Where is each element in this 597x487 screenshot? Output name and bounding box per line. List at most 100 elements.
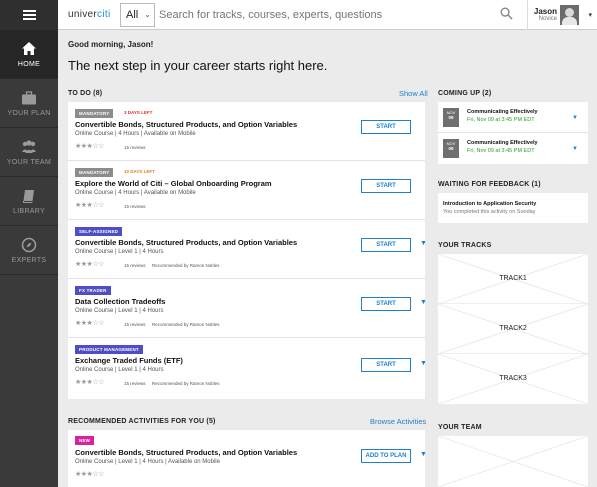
star-rating: ★★★☆☆ xyxy=(75,261,104,268)
category-badge: SELF-ASSIGNED xyxy=(75,227,123,236)
item-meta: Online Course | 4 Hours | Available on M… xyxy=(75,190,196,196)
chevron-down-icon[interactable]: ▼ xyxy=(572,146,578,152)
compass-icon xyxy=(21,237,37,252)
event-date: Fri, Nov 09 at 3:45 PM EDT xyxy=(467,117,535,123)
logo[interactable]: univerciti xyxy=(68,9,110,20)
recommended-by: Recommended by Ramon Nobles xyxy=(152,263,220,268)
item-title[interactable]: Explore the World of Citi – Global Onboa… xyxy=(75,179,272,188)
star-rating: ★★★☆☆ xyxy=(75,471,104,478)
item-title[interactable]: Convertible Bonds, Structured Products, … xyxy=(75,238,297,247)
start-button[interactable]: START xyxy=(361,297,411,311)
start-button[interactable]: START xyxy=(361,179,411,193)
sidebar-item-library[interactable]: LIBRARY xyxy=(0,177,58,226)
list-item[interactable]: FX TRADER Data Collection Tradeoffs Onli… xyxy=(68,279,427,338)
track-card[interactable]: TRACK2 xyxy=(438,304,588,354)
feedback-item[interactable]: Introduction to Application Security You… xyxy=(438,193,588,223)
user-menu[interactable]: Jason Novice ▾ xyxy=(527,0,597,30)
recommended-by: Recommended by Ramon Nobles xyxy=(152,381,220,386)
team-icon xyxy=(22,139,36,153)
feedback-item-title[interactable]: Introduction to Application Security xyxy=(443,201,536,207)
event-title[interactable]: Communicating Effectively xyxy=(467,140,538,146)
event-title[interactable]: Communicating Effectively xyxy=(467,109,538,115)
chevron-down-icon[interactable]: ▼ xyxy=(420,299,427,306)
menu-button[interactable] xyxy=(0,0,58,30)
mandatory-badge: MANDATORY xyxy=(75,168,114,177)
team-panel xyxy=(438,436,588,487)
list-item[interactable]: NEW Convertible Bonds, Structured Produc… xyxy=(68,430,427,487)
calendar-icon: NOV 09 xyxy=(443,108,459,127)
list-item[interactable]: MANDATORY 10 DAYS LEFT Explore the World… xyxy=(68,161,425,220)
todo-list: MANDATORY 3 DAYS LEFT Convertible Bonds,… xyxy=(68,102,427,399)
category-badge: PRODUCT MANAGEMENT xyxy=(75,345,143,354)
sidebar-item-label: HOME xyxy=(17,60,41,68)
top-bar: univerciti All ⌄ Jason Novice ▾ xyxy=(0,0,597,30)
sidebar-item-label: YOUR PLAN xyxy=(7,109,51,117)
start-button[interactable]: START xyxy=(361,120,411,134)
review-count: 15 reviews xyxy=(124,322,146,327)
todo-section-title: TO DO (8) xyxy=(68,90,103,97)
list-item[interactable]: PRODUCT MANAGEMENT Exchange Traded Funds… xyxy=(68,338,427,399)
event-date: Fri, Nov 09 at 3:45 PM EDT xyxy=(467,148,535,154)
item-title[interactable]: Data Collection Tradeoffs xyxy=(75,297,165,306)
review-count: 15 reviews xyxy=(124,263,146,268)
main-content: Good morning, Jason! The next step in yo… xyxy=(58,30,597,487)
item-title[interactable]: Exchange Traded Funds (ETF) xyxy=(75,356,183,365)
track-card[interactable]: TRACK3 xyxy=(438,354,588,404)
category-badge: FX TRADER xyxy=(75,286,111,295)
item-meta: Online Course | Level 1 | 4 Hours xyxy=(75,367,164,373)
recommended-by: Recommended by Ramon Nobles xyxy=(152,322,220,327)
sidebar-item-your-plan[interactable]: YOUR PLAN xyxy=(0,79,58,128)
briefcase-icon xyxy=(22,90,36,104)
calendar-icon: NOV 09 xyxy=(443,139,459,158)
track-card[interactable]: TRACK1 xyxy=(438,254,588,304)
placeholder-image xyxy=(438,436,588,487)
start-button[interactable]: START xyxy=(361,238,411,252)
search-icon[interactable] xyxy=(500,7,513,20)
chevron-down-icon[interactable]: ▼ xyxy=(420,360,427,367)
home-icon xyxy=(22,41,36,55)
event-item[interactable]: NOV 09 Communicating Effectively Fri, No… xyxy=(438,133,588,164)
due-label: 10 DAYS LEFT xyxy=(124,169,155,174)
item-meta: Online Course | Level 1 | 4 Hours xyxy=(75,249,164,255)
coming-up-title: COMING UP (2) xyxy=(438,90,492,97)
event-item[interactable]: NOV 09 Communicating Effectively Fri, No… xyxy=(438,102,588,133)
search-input[interactable] xyxy=(155,3,499,27)
review-count: 15 reviews xyxy=(124,145,146,150)
chevron-down-icon: ⌄ xyxy=(144,10,151,19)
page-title: The next step in your career starts righ… xyxy=(68,58,328,73)
sidebar-item-experts[interactable]: EXPERTS xyxy=(0,226,58,275)
browse-activities-link[interactable]: Browse Activities xyxy=(370,417,426,426)
greeting: Good morning, Jason! xyxy=(68,40,154,49)
filter-select[interactable]: All ⌄ xyxy=(120,3,155,27)
sidebar-item-label: YOUR TEAM xyxy=(6,158,52,166)
sidebar-item-home[interactable]: HOME xyxy=(0,30,58,79)
list-item[interactable]: SELF-ASSIGNED Convertible Bonds, Structu… xyxy=(68,220,427,279)
star-rating: ★★★☆☆ xyxy=(75,320,104,327)
start-button[interactable]: START xyxy=(361,358,411,372)
coming-up-list: NOV 09 Communicating Effectively Fri, No… xyxy=(438,102,588,164)
user-role: Novice xyxy=(538,16,557,22)
book-icon xyxy=(23,189,34,203)
chevron-down-icon[interactable]: ▼ xyxy=(420,451,427,458)
recommended-list: NEW Convertible Bonds, Structured Produc… xyxy=(68,430,427,487)
sidebar-item-your-team[interactable]: YOUR TEAM xyxy=(0,128,58,177)
mandatory-badge: MANDATORY xyxy=(75,109,114,118)
feedback-item-subtitle: You completed this activity on Sunday xyxy=(443,209,536,215)
filter-value: All xyxy=(126,9,139,21)
star-rating: ★★★☆☆ xyxy=(75,379,104,386)
feedback-title: WAITING FOR FEEDBACK (1) xyxy=(438,181,541,188)
show-all-link[interactable]: Show All xyxy=(399,89,428,98)
item-title[interactable]: Convertible Bonds, Structured Products, … xyxy=(75,448,297,457)
avatar xyxy=(560,5,579,25)
star-rating: ★★★☆☆ xyxy=(75,202,104,209)
list-item[interactable]: MANDATORY 3 DAYS LEFT Convertible Bonds,… xyxy=(68,102,425,161)
new-badge: NEW xyxy=(75,436,95,445)
item-meta: Online Course | Level 1 | 4 Hours | Avai… xyxy=(75,459,220,465)
add-to-plan-button[interactable]: ADD TO PLAN xyxy=(361,449,411,463)
tracks-list: TRACK1 TRACK2 TRACK3 xyxy=(438,254,588,404)
chevron-down-icon[interactable]: ▼ xyxy=(420,240,427,247)
item-title[interactable]: Convertible Bonds, Structured Products, … xyxy=(75,120,297,129)
chevron-down-icon[interactable]: ▼ xyxy=(572,115,578,121)
sidebar: HOME YOUR PLAN YOUR TEAM LIBRARY EXPERTS xyxy=(0,30,58,487)
tracks-title: YOUR TRACKS xyxy=(438,242,492,249)
